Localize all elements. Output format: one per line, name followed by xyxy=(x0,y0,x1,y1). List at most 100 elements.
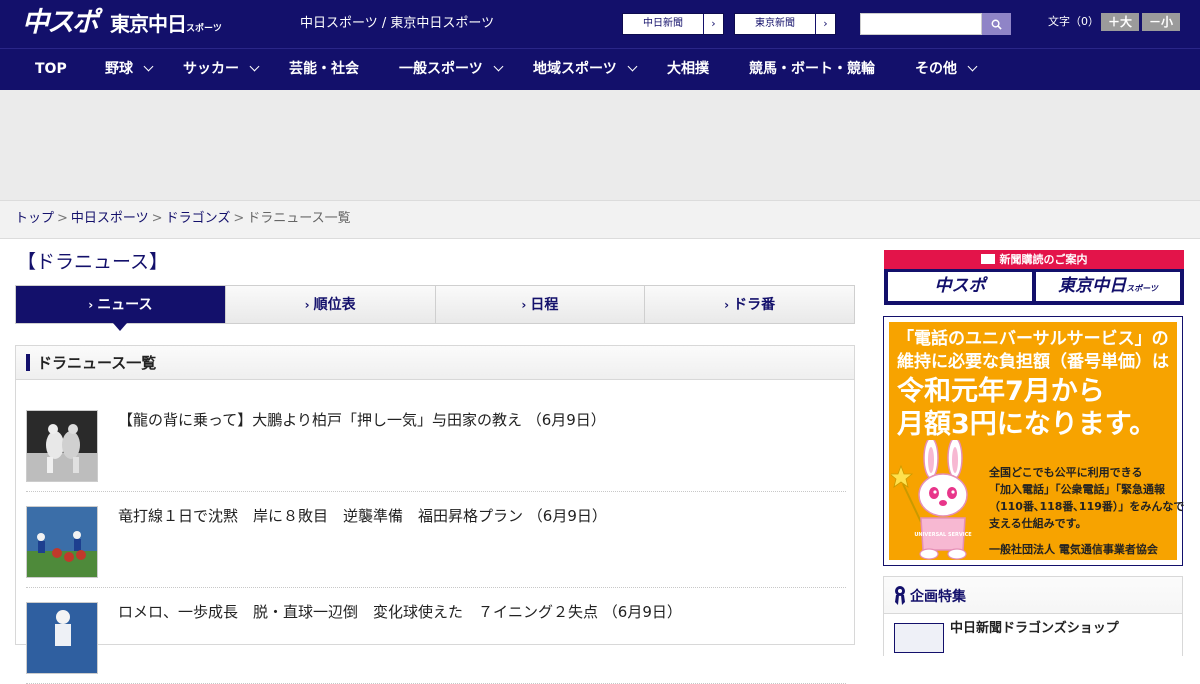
nav-label: 野球 xyxy=(105,61,133,77)
site-names: 中日スポーツ / 東京中日スポーツ xyxy=(300,16,495,31)
nav-label: サッカー xyxy=(183,61,239,77)
ad-small-3: （110番､118番､119番）」をみんなで xyxy=(989,500,1185,513)
news-title: 竜打線１日で沈黙 岸に８敗目 逆襲準備 福田昇格プラン （6月9日） xyxy=(118,507,607,525)
subscription-banner-top: 新聞購読のご案内 xyxy=(884,250,1184,269)
ad-small-4: 支える仕組みです。 xyxy=(989,517,1087,530)
ad-line-1: 「電話のユニバーサルサービス」の xyxy=(897,329,1169,349)
tokyo-logo-text: 東京中日 xyxy=(110,12,187,36)
ad-small-2: 「加入電話」「公衆電話」「緊急通報 xyxy=(989,483,1165,496)
breadcrumb: トップ > 中日スポーツ > ドラゴンズ > ドラニュース一覧 xyxy=(0,200,1200,239)
ad-org: 一般社団法人 電気通信事業者協会 xyxy=(989,543,1158,556)
news-thumbnail xyxy=(26,602,98,674)
heading-bar xyxy=(26,354,30,371)
news-title: 【龍の背に乗って】大鵬より柏戸「押し一気」与田家の教え （6月9日） xyxy=(118,411,606,429)
ad-line-4: 月額3円になります。 xyxy=(897,409,1157,440)
breadcrumb-top[interactable]: トップ xyxy=(15,211,54,226)
tab-news[interactable]: › ニュース xyxy=(16,286,225,331)
news-item[interactable]: 【龍の背に乗って】大鵬より柏戸「押し一気」与田家の教え （6月9日） xyxy=(26,410,846,492)
search-icon xyxy=(991,19,1002,30)
nav-item-racing[interactable]: 競馬・ボート・競輪 xyxy=(749,49,875,91)
tokyo-logo-sub: スポーツ xyxy=(186,24,222,34)
breadcrumb-current: ドラニュース一覧 xyxy=(247,211,351,226)
mascot-text: UNIVERSAL SERVICE xyxy=(914,532,972,538)
ext-link-label: 中日新聞 xyxy=(643,18,683,29)
subscription-tokyo-chunichi[interactable]: 東京中日スポーツ xyxy=(1036,272,1180,301)
tokyo-chunichi-logo[interactable]: 東京中日スポーツ xyxy=(110,9,222,39)
chevron-right-icon: › xyxy=(724,298,730,312)
nav-item-top[interactable]: TOP xyxy=(35,49,67,91)
news-thumbnail xyxy=(26,506,98,578)
nav-label: 一般スポーツ xyxy=(399,61,483,77)
nav-item-sumo[interactable]: 大相撲 xyxy=(667,49,709,91)
nav-label: 地域スポーツ xyxy=(533,61,617,77)
news-thumbnail xyxy=(26,410,98,482)
ad-line-2: 維持に必要な負担額（番号単価）は xyxy=(897,352,1169,372)
subscription-banner[interactable]: 新聞購読のご案内 中スポ 東京中日スポーツ xyxy=(884,250,1184,305)
nav-item-regional-sports[interactable]: 地域スポーツ xyxy=(533,49,638,91)
chuspo-logo[interactable]: 中スポ xyxy=(22,6,99,40)
tab-standings[interactable]: › 順位表 xyxy=(224,286,435,323)
breadcrumb-separator: > xyxy=(233,211,245,226)
nav-label: 芸能・社会 xyxy=(289,61,359,77)
page-title: 【ドラニュース】 xyxy=(17,251,169,273)
feature-item[interactable]: 中日新聞ドラゴンズショップ xyxy=(950,621,1119,637)
rabbit-mascot-icon: UNIVERSAL SERVICE xyxy=(891,440,972,560)
tab-schedule[interactable]: › 日程 xyxy=(434,286,645,323)
font-bigger-button[interactable]: ＋大 xyxy=(1101,13,1139,31)
news-item[interactable]: ロメロ、一歩成長 脱・直球一辺倒 変化球使えた ７イニング２失点 （6月9日） xyxy=(26,602,846,684)
chevron-right-icon: › xyxy=(521,298,527,312)
universal-service-ad-inner: 「電話のユニバーサルサービス」の 維持に必要な負担額（番号単価）は 令和元年7月… xyxy=(889,322,1184,560)
feature-box: 企画特集 中日新聞ドラゴンズショップ xyxy=(883,576,1183,657)
subscription-tokyo-sub: スポーツ xyxy=(1126,284,1158,293)
news-list: ドラニュース一覧 【龍の背に乗って】大鵬より柏戸「押し一気」与田家の教え （6月… xyxy=(15,345,855,684)
ad-small-1: 全国どこでも公平に利用できる xyxy=(989,466,1143,479)
ad-banner-area xyxy=(0,90,1200,200)
nav-item-baseball[interactable]: 野球 xyxy=(105,49,154,91)
chevron-down-icon xyxy=(143,61,154,72)
nav-item-soccer[interactable]: サッカー xyxy=(183,49,260,91)
newspaper-icon xyxy=(980,254,995,264)
chevron-down-icon xyxy=(627,61,638,72)
top-header: 中スポ 東京中日スポーツ 中日スポーツ / 東京中日スポーツ 中日新聞 › 東京… xyxy=(0,0,1200,48)
subscription-label: 新聞購読のご案内 xyxy=(999,253,1088,266)
chevron-right-icon: › xyxy=(815,14,835,34)
subscription-tokyo-text: 東京中日 xyxy=(1058,276,1127,296)
font-smaller-button[interactable]: －小 xyxy=(1142,13,1180,31)
ad-line-3: 令和元年7月から xyxy=(897,376,1105,407)
tab-dora-ban[interactable]: › ドラ番 xyxy=(644,286,854,323)
feature-thumbnail xyxy=(894,623,944,653)
chevron-right-icon: › xyxy=(88,298,94,312)
news-item[interactable]: 竜打線１日で沈黙 岸に８敗目 逆襲準備 福田昇格プラン （6月9日） xyxy=(26,506,846,588)
universal-service-ad[interactable]: 「電話のユニバーサルサービス」の 維持に必要な負担額（番号単価）は 令和元年7月… xyxy=(883,316,1184,566)
tab-label: 日程 xyxy=(530,297,559,313)
breadcrumb-separator: > xyxy=(151,211,163,226)
chevron-down-icon xyxy=(967,61,978,72)
breadcrumb-dragons[interactable]: ドラゴンズ xyxy=(166,211,231,226)
feature-heading: 企画特集 xyxy=(910,589,966,605)
ribbon-icon xyxy=(895,586,905,605)
ext-link-label: 東京新聞 xyxy=(755,18,795,29)
chunichi-shimbun-link[interactable]: 中日新聞 › xyxy=(622,13,724,35)
search-input[interactable] xyxy=(860,13,982,35)
news-title: ロメロ、一歩成長 脱・直球一辺倒 変化球使えた ７イニング２失点 （6月9日） xyxy=(118,603,682,621)
nav-item-other[interactable]: その他 xyxy=(915,49,978,91)
subscription-chuspo[interactable]: 中スポ xyxy=(888,272,1032,301)
nav-label: 大相撲 xyxy=(667,61,709,77)
search-button[interactable] xyxy=(982,13,1011,35)
tab-label: ニュース xyxy=(97,297,153,313)
tab-label: 順位表 xyxy=(313,297,356,313)
chevron-right-icon: › xyxy=(304,298,310,312)
tokyo-shimbun-link[interactable]: 東京新聞 › xyxy=(734,13,836,35)
news-list-header: ドラニュース一覧 xyxy=(16,346,854,380)
nav-label: 競馬・ボート・競輪 xyxy=(749,61,875,77)
tab-label: ドラ番 xyxy=(733,297,776,313)
nav-item-entertainment[interactable]: 芸能・社会 xyxy=(289,49,359,91)
breadcrumb-chunichi-sports[interactable]: 中日スポーツ xyxy=(71,211,149,226)
news-list-heading: ドラニュース一覧 xyxy=(37,354,157,372)
breadcrumb-separator: > xyxy=(57,211,68,226)
nav-item-general-sports[interactable]: 一般スポーツ xyxy=(399,49,504,91)
nav-label: その他 xyxy=(915,61,957,77)
main-nav: TOP 野球 サッカー 芸能・社会 一般スポーツ 地域スポーツ 大相撲 競馬・ボ… xyxy=(0,48,1200,90)
chevron-right-icon: › xyxy=(703,14,723,34)
nav-label: TOP xyxy=(35,61,67,77)
